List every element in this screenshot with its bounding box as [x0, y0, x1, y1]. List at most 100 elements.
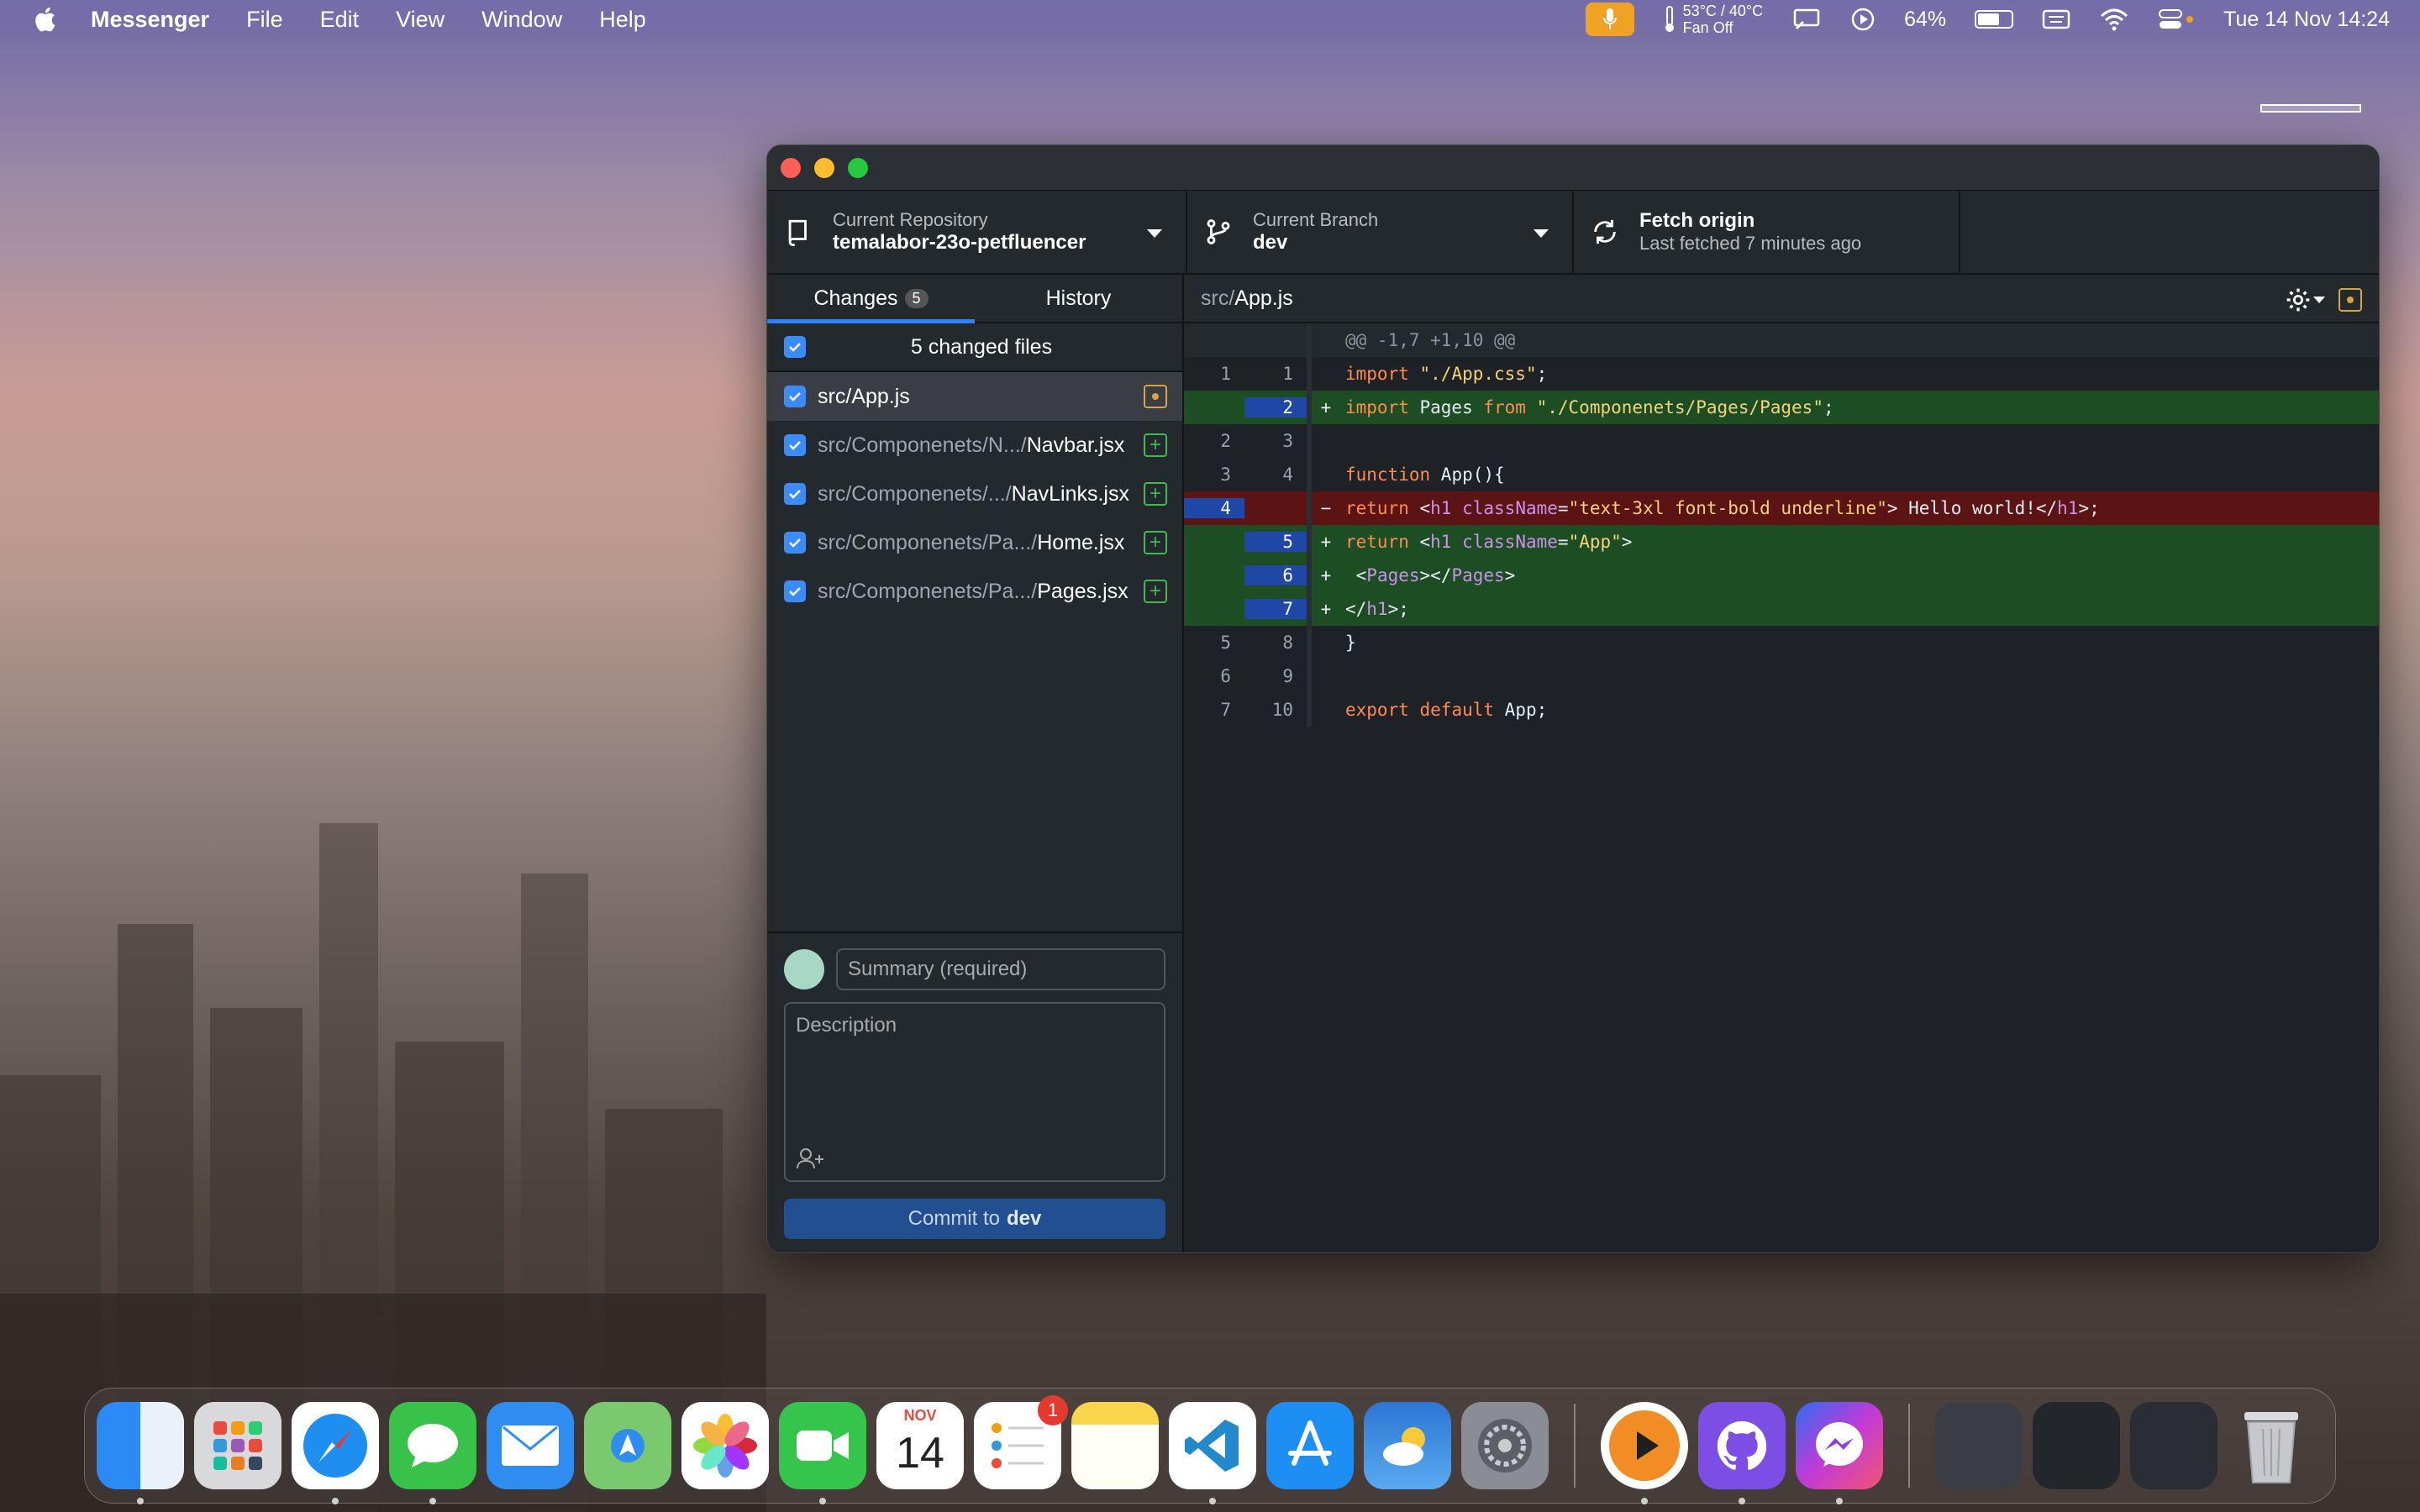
minimized-window-thumbnail[interactable] [1935, 1402, 2023, 1489]
file-row[interactable]: src/Componenets/Pa.../Home.jsx + [767, 518, 1182, 567]
wifi-icon[interactable] [2099, 8, 2129, 31]
tab-history[interactable]: History [975, 275, 1182, 322]
zoom-window-button[interactable] [848, 157, 868, 178]
minimized-window-thumbnail[interactable] [2130, 1402, 2217, 1489]
file-checkbox[interactable] [784, 386, 806, 407]
commit-button[interactable]: Commit to dev [784, 1199, 1165, 1239]
changed-files-header: 5 changed files [767, 323, 1182, 372]
diff-hunk-header[interactable]: @@ -1,7 +1,10 @@ [1184, 323, 2379, 357]
facetime-icon[interactable] [779, 1402, 866, 1504]
github-desktop-icon[interactable] [1698, 1402, 1786, 1504]
diff-view: src/App.js @@ -1,7 +1,10 @@ 1 1 import "./… [1184, 275, 2379, 1252]
diff-line-context[interactable]: 1 1 import "./App.css"; [1184, 357, 2379, 391]
fetch-subtitle: Last fetched 7 minutes ago [1639, 233, 1862, 254]
minimize-window-button[interactable] [814, 157, 834, 178]
select-all-checkbox[interactable] [784, 336, 806, 358]
tab-changes[interactable]: Changes 5 [767, 275, 975, 323]
diff-line-context[interactable]: 5 8} [1184, 626, 2379, 659]
menu-edit[interactable]: Edit [320, 7, 360, 33]
menu-window[interactable]: Window [481, 7, 562, 33]
microphone-icon[interactable] [1585, 3, 1634, 36]
cast-icon[interactable] [1791, 7, 1822, 32]
file-row[interactable]: src/Componenets/Pa.../Pages.jsx + [767, 567, 1182, 616]
messages-icon[interactable] [389, 1402, 476, 1504]
weather-icon[interactable] [1364, 1402, 1451, 1489]
apple-menu-icon[interactable] [32, 6, 57, 33]
file-checkbox[interactable] [784, 532, 806, 554]
infuse-icon[interactable] [1601, 1402, 1688, 1504]
new-line-number: 7 [1244, 599, 1307, 619]
diff-line-added[interactable]: 7 + </h1>; [1184, 592, 2379, 626]
file-checkbox[interactable] [784, 483, 806, 505]
temperature-widget[interactable]: 53°C / 40°C Fan Off [1663, 3, 1763, 36]
fan-text: Fan Off [1682, 19, 1733, 36]
chevron-down-icon[interactable] [2313, 297, 2325, 303]
changed-files-count: 5 changed files [910, 334, 1053, 359]
github-desktop-window: Current Repository temalabor-23o-petflue… [766, 144, 2380, 1253]
messenger-icon[interactable] [1796, 1402, 1883, 1504]
old-line-number: 1 [1220, 364, 1231, 384]
diff-line-context[interactable]: 7 10 export default App; [1184, 693, 2379, 727]
current-repository-button[interactable]: Current Repository temalabor-23o-petflue… [767, 191, 1187, 273]
calendar-day: 14 [896, 1429, 944, 1478]
tab-history-label: History [1045, 286, 1112, 310]
photos-icon[interactable] [681, 1402, 769, 1489]
menu-view[interactable]: View [396, 7, 445, 33]
play-icon[interactable] [1850, 7, 1876, 32]
menu-bar: Messenger File Edit View Window Help 53°… [0, 0, 2420, 39]
branch-icon [1207, 219, 1230, 244]
menu-app-name[interactable]: Messenger [91, 7, 209, 33]
maps-icon[interactable] [584, 1402, 671, 1489]
code-text: </h1>; [1345, 599, 1409, 619]
thermometer-icon [1665, 6, 1674, 32]
control-center-icon[interactable] [2158, 8, 2195, 31]
launchpad-icon[interactable] [194, 1402, 281, 1489]
branch-label: Current Branch [1253, 209, 1379, 230]
current-branch-button[interactable]: Current Branch dev [1187, 191, 1574, 273]
file-added-icon: + [1144, 580, 1167, 603]
menu-help[interactable]: Help [599, 7, 646, 33]
notes-icon[interactable] [1071, 1402, 1159, 1489]
keyboard-icon[interactable] [2042, 8, 2070, 30]
system-settings-icon[interactable] [1461, 1402, 1549, 1489]
battery-icon[interactable] [1975, 10, 2014, 29]
file-dir: src/Componenets/N.../ [818, 433, 1027, 457]
diff-line-added[interactable]: 6 + <Pages></Pages> [1184, 559, 2379, 592]
vscode-icon[interactable] [1169, 1402, 1256, 1504]
sidebar-tabs: Changes 5 History [767, 275, 1182, 323]
chevron-down-icon [1534, 229, 1549, 238]
menu-file[interactable]: File [246, 7, 283, 33]
diff-line-added[interactable]: 5 + return <h1 className="App"> [1184, 525, 2379, 559]
code-text: <Pages></Pages> [1345, 565, 1516, 585]
mail-icon[interactable] [487, 1402, 574, 1489]
diff-line-context[interactable]: 23 [1184, 424, 2379, 458]
summary-input[interactable]: Summary (required) [836, 948, 1165, 990]
diff-line-added[interactable]: 2 + import Pages from "./Componenets/Pages… [1184, 391, 2379, 424]
fetch-origin-button[interactable]: Fetch origin Last fetched 7 minutes ago [1574, 191, 1960, 273]
finder-icon[interactable] [97, 1402, 184, 1504]
trash-icon[interactable] [2228, 1402, 2315, 1489]
calendar-month: NOV [903, 1407, 937, 1424]
gear-icon[interactable] [2285, 286, 2312, 313]
file-checkbox[interactable] [784, 434, 806, 456]
old-line-number: 7 [1220, 700, 1231, 720]
add-coauthor-icon[interactable] [796, 1147, 826, 1170]
code-text: } [1345, 633, 1356, 653]
diff-line-context[interactable]: 3 4 function App(){ [1184, 458, 2379, 491]
diff-line-removed[interactable]: 4 − return <h1 className="text-3xl font-bo… [1184, 491, 2379, 525]
close-window-button[interactable] [781, 157, 801, 178]
description-input[interactable]: Description [784, 1002, 1165, 1182]
sync-icon [1594, 219, 1616, 244]
file-row[interactable]: src/Componenets/.../NavLinks.jsx + [767, 470, 1182, 518]
file-row[interactable]: src/Componenets/N.../Navbar.jsx + [767, 421, 1182, 470]
calendar-icon[interactable]: NOV 14 [876, 1402, 964, 1489]
diff-line-context[interactable]: 69 [1184, 659, 2379, 693]
minimized-window-thumbnail[interactable] [2033, 1402, 2120, 1489]
temperature-text: 53°C / 40°C [1682, 3, 1764, 19]
safari-icon[interactable] [292, 1402, 379, 1504]
app-store-icon[interactable] [1266, 1402, 1354, 1489]
file-row[interactable]: src/App.js [767, 372, 1182, 421]
clock-text[interactable]: Tue 14 Nov 14:24 [2223, 8, 2390, 32]
reminders-icon[interactable]: 1 [974, 1395, 1068, 1489]
file-checkbox[interactable] [784, 580, 806, 602]
